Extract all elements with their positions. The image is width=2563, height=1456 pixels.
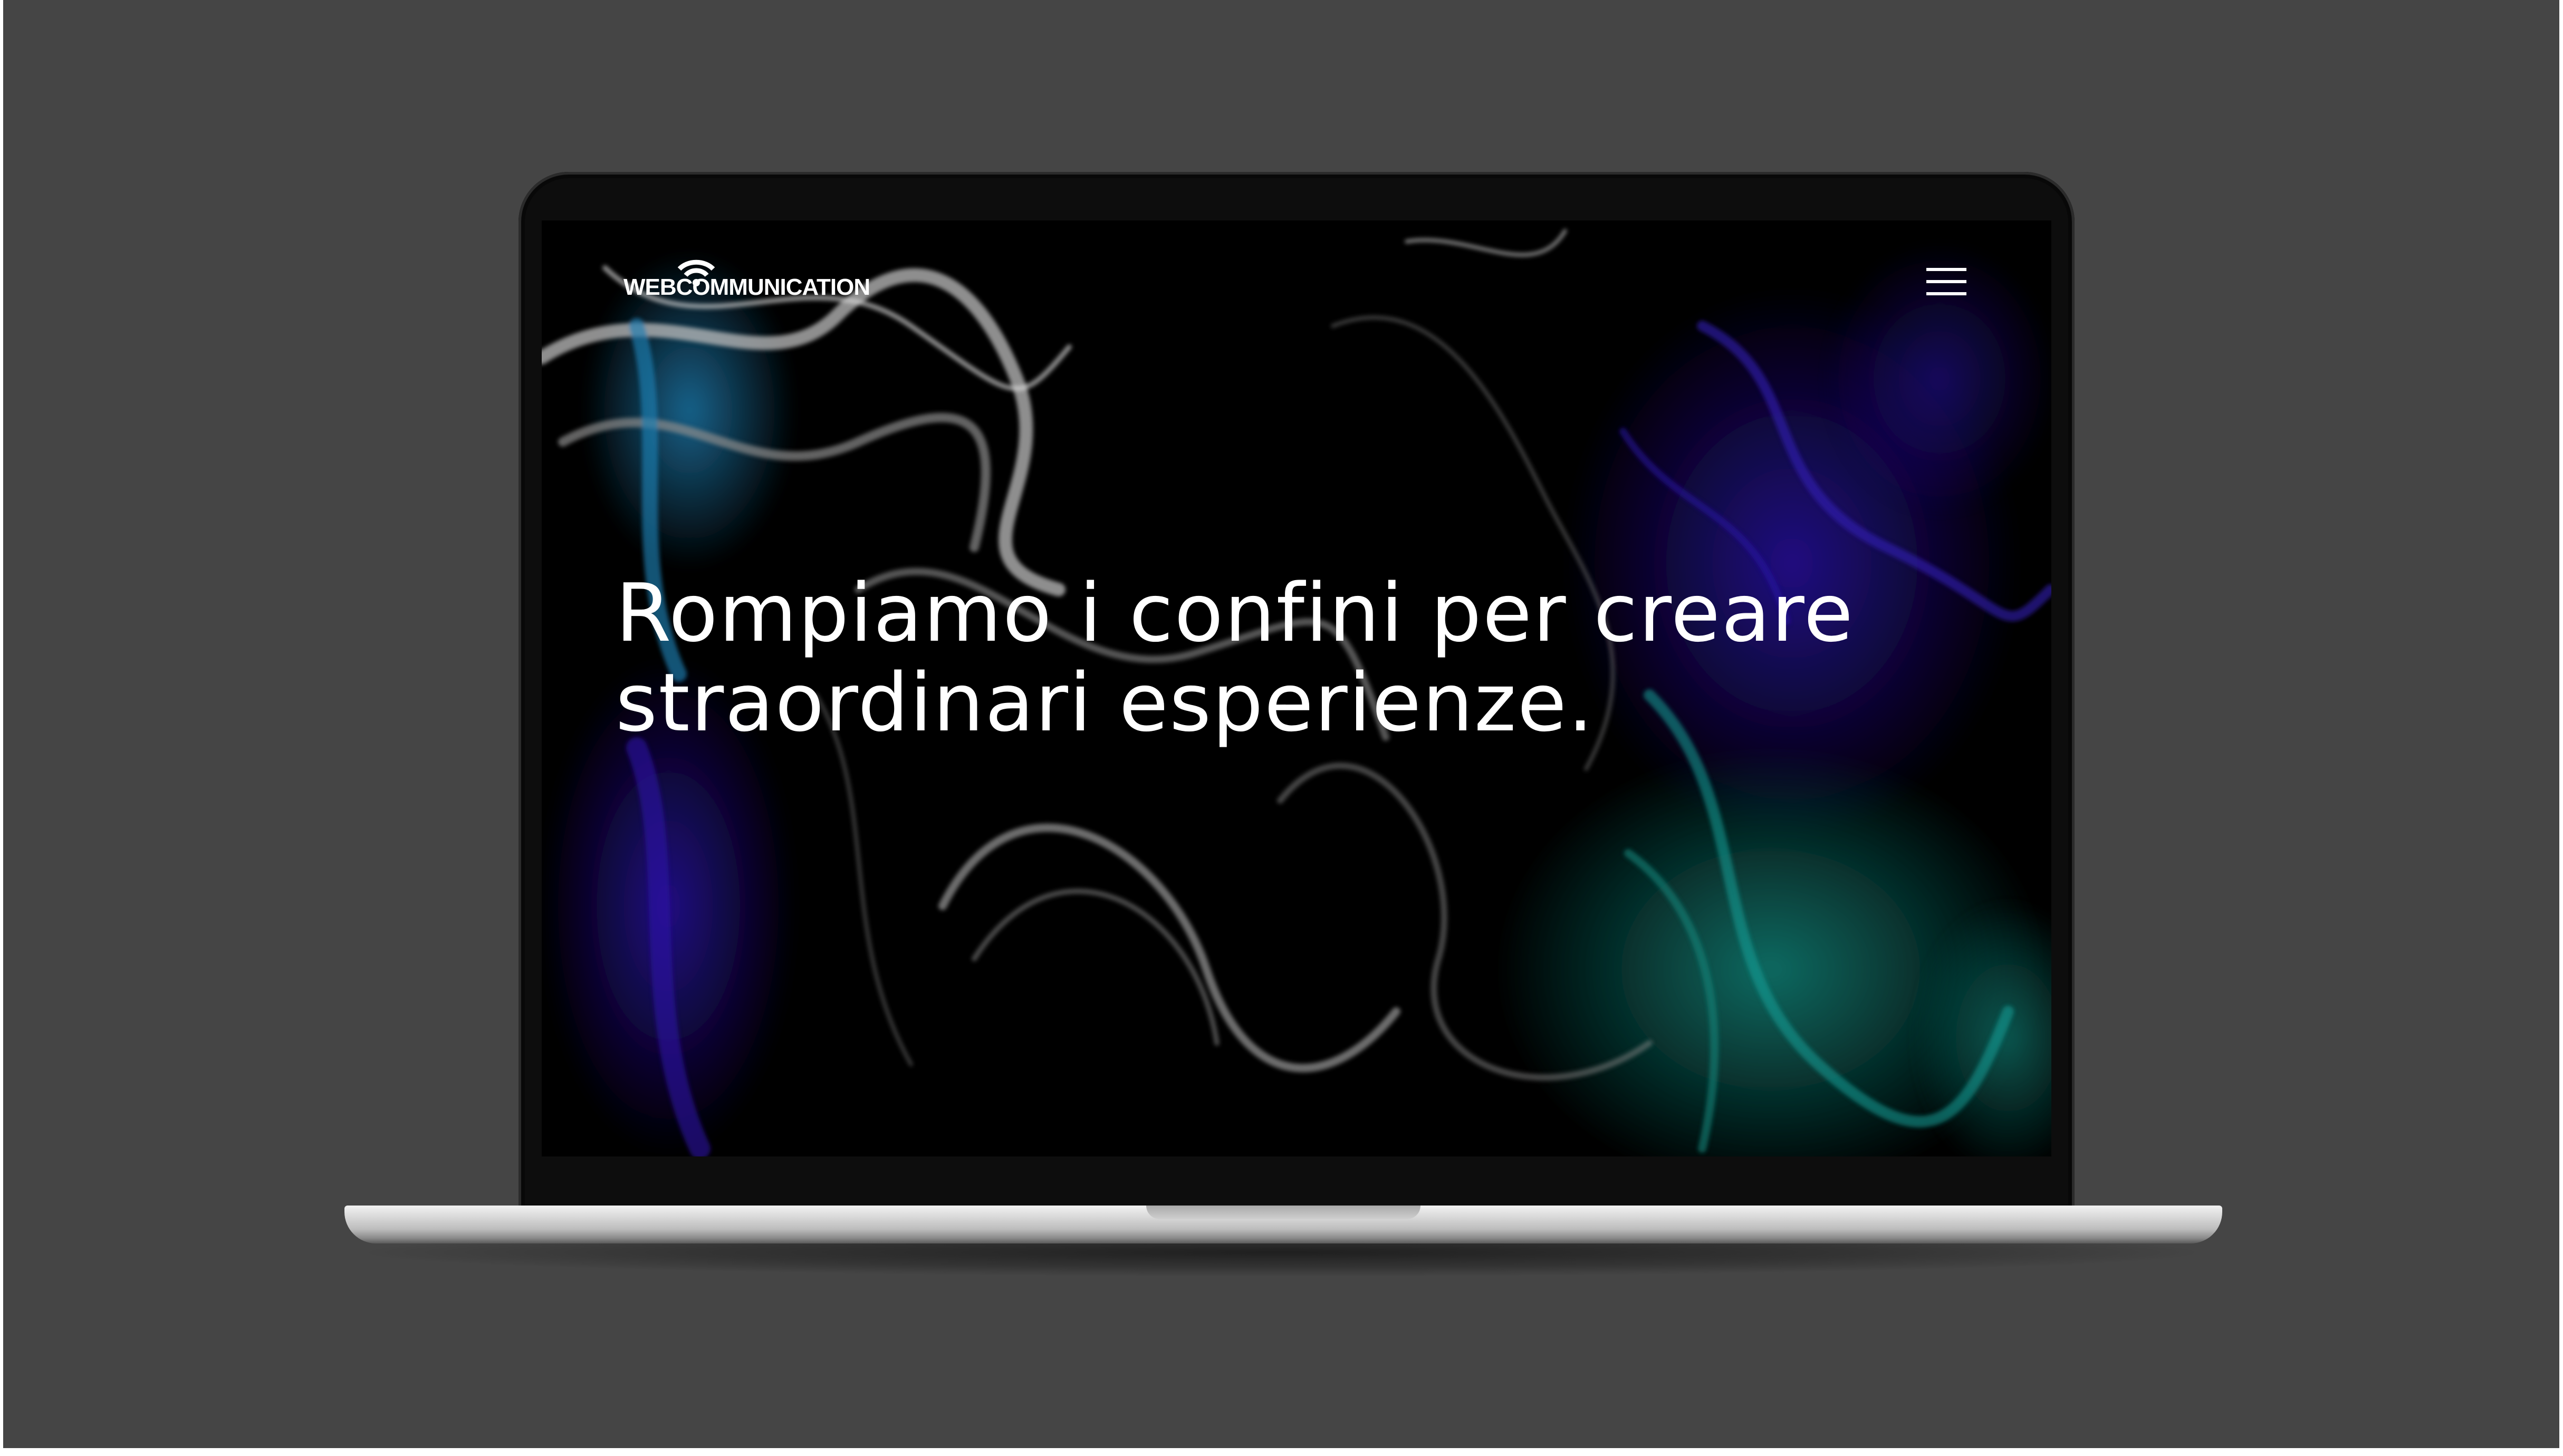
hero-headline: Rompiamo i confini per creare straordina… <box>616 566 1855 749</box>
laptop-opening-notch <box>1146 1206 1420 1219</box>
hero-headline-line-2: straordinari esperienze. <box>616 656 1595 749</box>
hero-headline-line-1: Rompiamo i confini per creare <box>616 566 1855 660</box>
frame-edge-left <box>0 0 3 1456</box>
frame-edge-right <box>2559 0 2563 1456</box>
menu-button[interactable] <box>1926 266 1966 297</box>
brand-logo-text: WEBCOMMUNICATION <box>623 274 870 300</box>
hamburger-menu-icon <box>1926 268 1966 295</box>
frame-edge-bottom <box>0 1448 2563 1456</box>
laptop-screen: WEBCOMMUNICATION Rompiamo i confini per … <box>542 220 2051 1156</box>
laptop-base <box>344 1206 2222 1243</box>
brand-logo[interactable]: WEBCOMMUNICATION <box>623 248 919 306</box>
